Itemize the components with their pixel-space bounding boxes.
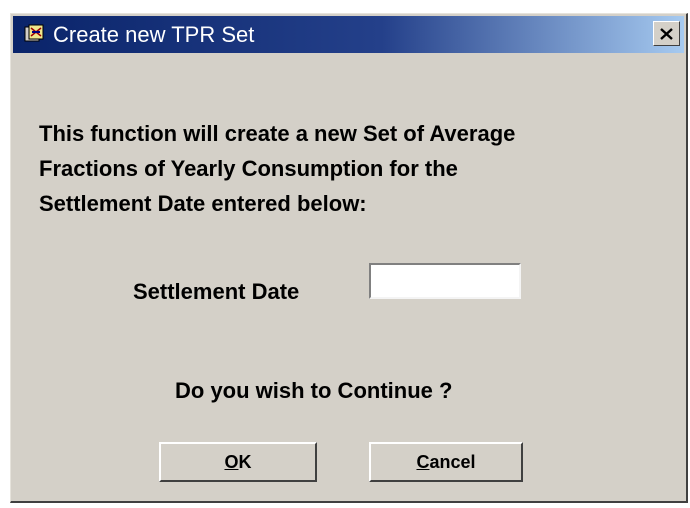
description-line: Fractions of Yearly Consumption for the — [39, 156, 458, 181]
continue-prompt: Do you wish to Continue ? — [175, 378, 453, 403]
cancel-mnemonic: C — [416, 451, 430, 472]
ok-label-rest: K — [238, 451, 252, 472]
cancel-label-rest: ancel — [429, 451, 476, 472]
description-line: This function will create a new Set of A… — [39, 121, 516, 146]
app-icon — [23, 24, 45, 44]
title-bar[interactable]: Create new TPR Set — [13, 16, 684, 53]
close-icon — [660, 27, 673, 40]
window-title: Create new TPR Set — [53, 22, 255, 47]
ok-button[interactable]: OK — [159, 442, 317, 482]
settlement-date-label: Settlement Date — [133, 279, 300, 304]
description-text: This function will create a new Set of A… — [39, 116, 659, 221]
close-button[interactable] — [653, 21, 680, 46]
settlement-date-input[interactable] — [369, 263, 521, 299]
cancel-button[interactable]: Cancel — [369, 442, 523, 482]
dialog-window: Create new TPR Set This function will cr… — [10, 13, 688, 503]
description-line: Settlement Date entered below: — [39, 191, 367, 216]
ok-mnemonic: O — [224, 451, 239, 472]
